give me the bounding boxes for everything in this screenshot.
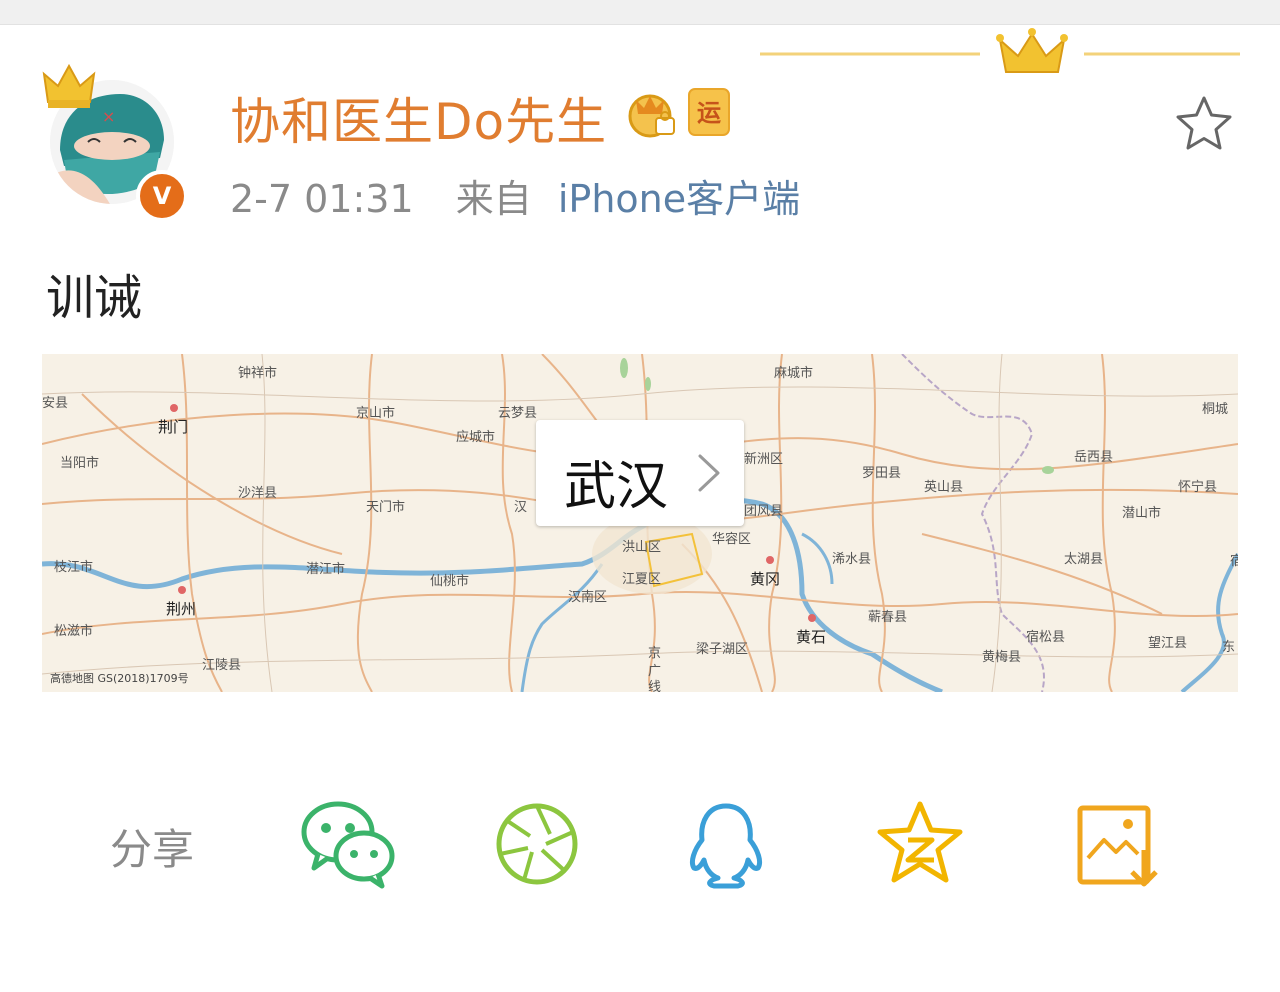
source-link[interactable]: iPhone客户端: [558, 177, 800, 221]
share-wechat-button[interactable]: [300, 800, 400, 890]
map-label: 团风县: [744, 504, 784, 519]
chevron-right-icon: [698, 454, 720, 492]
map-label: 黄梅县: [982, 650, 1022, 665]
avatar[interactable]: × V: [40, 62, 190, 222]
share-qzone-button[interactable]: [874, 800, 974, 890]
map-label: 仙桃市: [430, 574, 470, 589]
verified-badge: V: [136, 170, 188, 222]
top-bar: [0, 0, 1280, 25]
yun-badge[interactable]: 运: [688, 88, 730, 136]
map-label: 桐城: [1202, 402, 1229, 417]
map-label: 江夏区: [622, 572, 662, 587]
location-name: 武汉: [564, 457, 669, 517]
wechat-icon: [301, 801, 395, 889]
share-label: 分享: [110, 825, 195, 874]
map-label: 天门市: [366, 500, 406, 515]
map-label: 当阳市: [60, 456, 100, 471]
map-label: 罗田县: [862, 466, 902, 481]
location-map[interactable]: 安县 荆门 当阳市 钟祥市 京山市 云梦县 应城市 麻城市 沙洋县 天门市 汉 …: [42, 354, 1238, 692]
post-meta: 2-7 01:31 来自 iPhone客户端: [230, 168, 800, 223]
map-label: 宿松县: [1026, 630, 1066, 645]
map-label: 荆州: [166, 600, 197, 618]
map-label: 太湖县: [1064, 552, 1104, 567]
map-label: 钟祥市: [238, 366, 278, 381]
username[interactable]: 协和医生Do先生: [230, 82, 607, 154]
save-image-icon: [1077, 805, 1158, 887]
map-label: 安县: [42, 396, 69, 411]
qzone-star-icon: [877, 801, 963, 883]
share-qq-button[interactable]: [680, 800, 780, 890]
map-label: 麻城市: [774, 366, 814, 381]
map-label: 洪山区: [622, 540, 662, 555]
map-label: 宿: [1230, 554, 1238, 569]
map-label: 黄冈: [750, 570, 781, 588]
map-label: 荆门: [158, 418, 189, 436]
map-label: 英山县: [924, 480, 964, 495]
qq-penguin-icon: [689, 803, 763, 889]
map-label: 望江县: [1148, 636, 1188, 651]
map-label: 岳西县: [1074, 450, 1114, 465]
map-label: 潜江市: [306, 562, 346, 577]
map-label: 怀宁县: [1178, 480, 1218, 495]
crown-icon: [42, 63, 96, 108]
map-label: 应城市: [456, 430, 496, 445]
from-label: 来自: [455, 177, 532, 221]
map-label: 华容区: [712, 532, 752, 547]
map-label: 汉: [514, 500, 528, 515]
map-label: 京: [648, 646, 662, 661]
map-label: 京山市: [356, 406, 396, 421]
map-label: 枝江市: [54, 560, 94, 575]
map-label: 蕲春县: [868, 610, 908, 625]
map-label: 梁子湖区: [696, 642, 749, 657]
gold-crown-decoration: [760, 28, 1240, 73]
map-label: 云梦县: [498, 406, 538, 421]
map-label: 线: [648, 680, 662, 692]
map-label: 浠水县: [832, 552, 872, 567]
map-copyright: 高德地图 GS(2018)1709号: [50, 672, 189, 685]
map-label: 沙洋县: [238, 486, 278, 501]
map-label: 汉南区: [568, 590, 608, 605]
map-label: 潜山市: [1122, 506, 1162, 521]
post-content: 训诫: [46, 270, 143, 326]
post-time: 2-7 01:31: [230, 177, 414, 221]
map-label: 新洲区: [744, 452, 784, 467]
favorite-star-icon[interactable]: [1172, 92, 1236, 156]
svg-text:×: ×: [102, 107, 115, 126]
save-image-button[interactable]: [1072, 800, 1172, 890]
vip-crown-icon[interactable]: [626, 88, 678, 138]
map-label: 松滋市: [54, 624, 94, 639]
map-label: 东: [1222, 640, 1236, 655]
moments-aperture-icon: [496, 803, 578, 885]
location-card[interactable]: 武汉: [536, 420, 744, 526]
share-moments-button[interactable]: [492, 800, 592, 890]
map-label: 黄石: [796, 628, 827, 646]
map-label: 江陵县: [202, 658, 242, 673]
